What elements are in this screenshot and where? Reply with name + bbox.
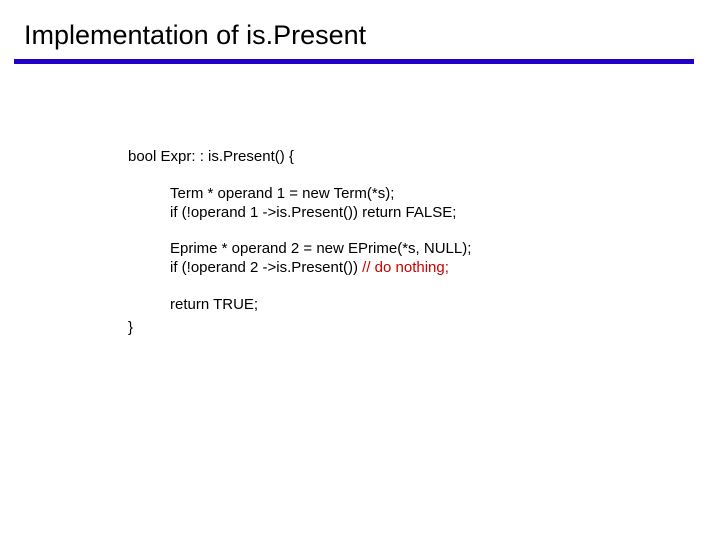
blank-line	[128, 278, 471, 296]
code-line-op2-decl: Eprime * operand 2 = new EPrime(*s, NULL…	[128, 240, 471, 259]
blank-line	[128, 167, 471, 185]
code-line-op2-pre: if (!operand 2 ->is.Present())	[170, 259, 362, 276]
code-line-op1-check: if (!operand 1 ->is.Present()) return FA…	[128, 204, 471, 223]
code-line-op2-check: if (!operand 2 ->is.Present()) // do not…	[128, 259, 471, 278]
code-line-sig: bool Expr: : is.Present() {	[128, 148, 471, 167]
code-block: bool Expr: : is.Present() { Term * opera…	[128, 148, 471, 337]
code-line-closebrace: }	[128, 319, 471, 338]
title-prefix: Implementation of	[24, 20, 246, 50]
code-line-return: return TRUE;	[128, 296, 471, 315]
blank-line	[128, 222, 471, 240]
code-line-op1-decl: Term * operand 1 = new Term(*s);	[128, 185, 471, 204]
title-area: Implementation of is.Present	[0, 0, 720, 51]
code-comment: // do nothing;	[362, 259, 449, 276]
slide: Implementation of is.Present bool Expr: …	[0, 0, 720, 540]
title-rule	[14, 59, 694, 64]
title-func: is.Present	[246, 20, 366, 50]
slide-title: Implementation of is.Present	[24, 20, 720, 51]
